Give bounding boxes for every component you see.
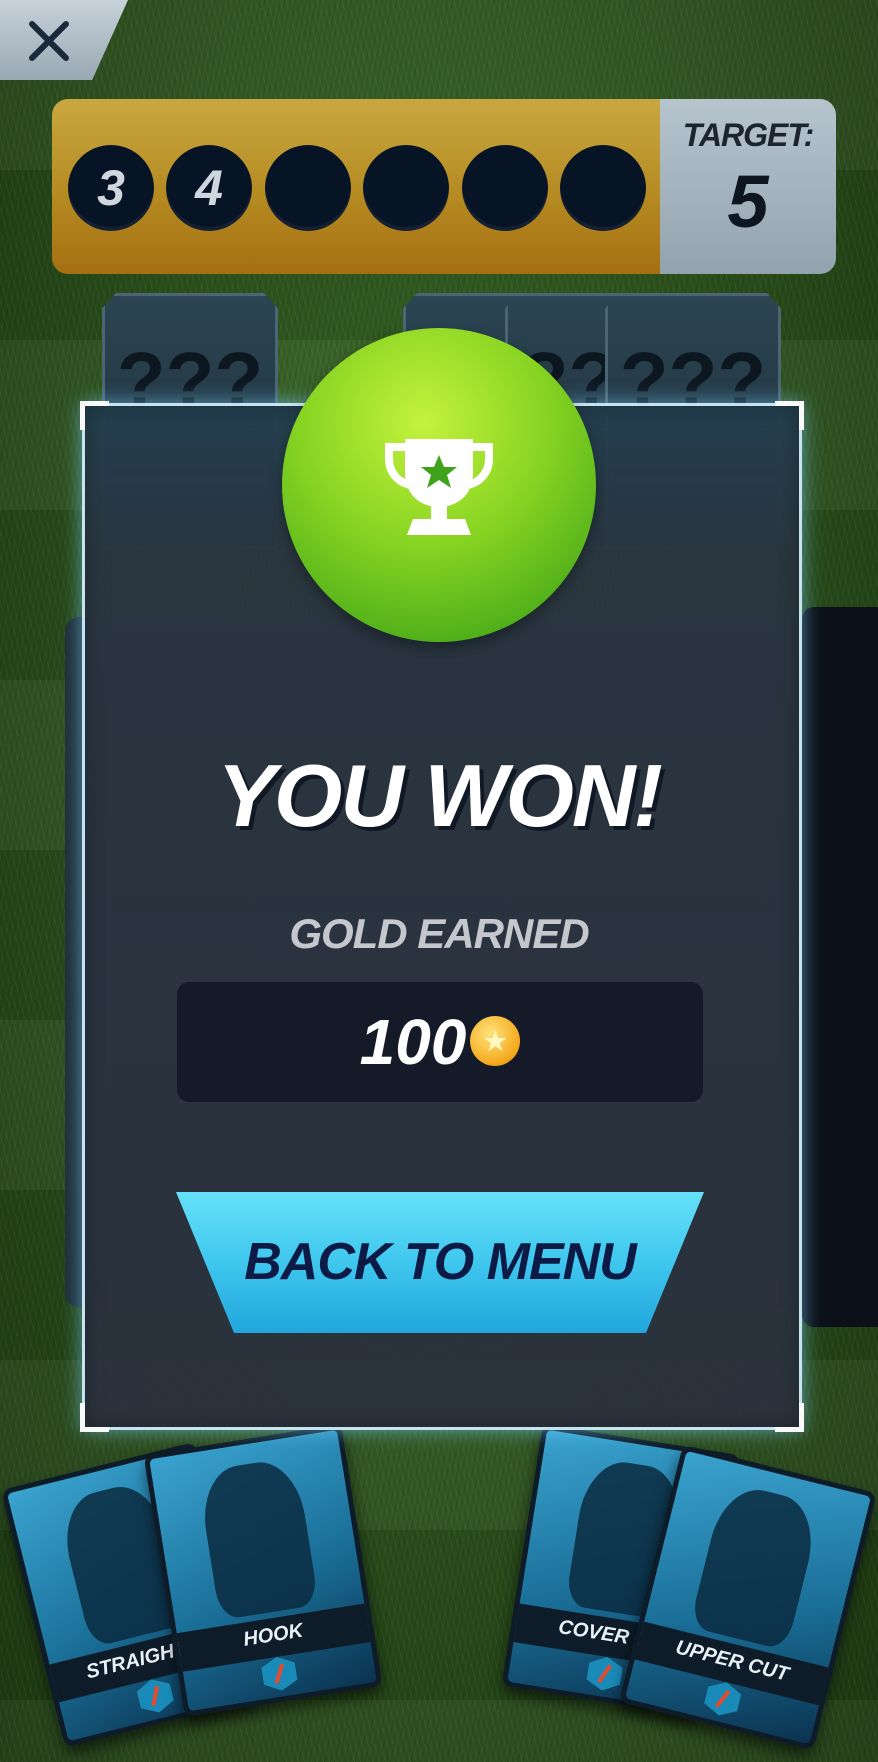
target-value: 5: [727, 160, 769, 243]
ball-slot-4: [363, 145, 449, 231]
ball-slot-3: [265, 145, 351, 231]
back-to-menu-label: BACK TO MENU: [244, 1233, 636, 1291]
target-label: TARGET:: [682, 117, 814, 153]
ball-slot-6: [560, 145, 646, 231]
ball-slot-5: [462, 145, 548, 231]
modal-corner: [80, 401, 109, 430]
gold-earned-label: GOLD EARNED: [289, 910, 589, 957]
back-to-menu-button[interactable]: BACK TO MENU: [176, 1192, 704, 1333]
side-panel: [802, 607, 878, 1327]
ball-badge-icon: [585, 1654, 624, 1693]
trophy-badge: [282, 328, 596, 642]
gold-earned-box: 100 ★: [177, 982, 703, 1102]
ball-slot-2: 4: [166, 145, 252, 231]
modal-corner: [775, 401, 804, 430]
game-screen: 3 4 TARGET: 5 ??? ??? ??? ??? STRAIGHT D…: [0, 0, 878, 1762]
modal-corner: [775, 1403, 804, 1432]
batsman-silhouette: [196, 1456, 320, 1621]
ball-tracker: 3 4: [52, 99, 660, 274]
result-title: YOU WON!: [217, 746, 663, 845]
batsman-silhouette: [689, 1481, 823, 1651]
gold-amount-row: 100 ★: [177, 982, 703, 1102]
target-panel: TARGET: 5: [660, 99, 836, 274]
gold-amount: 100: [359, 1006, 467, 1078]
ball-slot-1: 3: [68, 145, 154, 231]
trophy-icon: [385, 439, 493, 535]
ball-badge-icon: [260, 1654, 299, 1693]
modal-corner: [80, 1403, 109, 1432]
coin-icon: ★: [470, 1016, 521, 1067]
close-icon: [29, 21, 69, 61]
score-bar: 3 4 TARGET: 5: [52, 99, 836, 274]
hand-card[interactable]: HOOK: [143, 1423, 383, 1718]
